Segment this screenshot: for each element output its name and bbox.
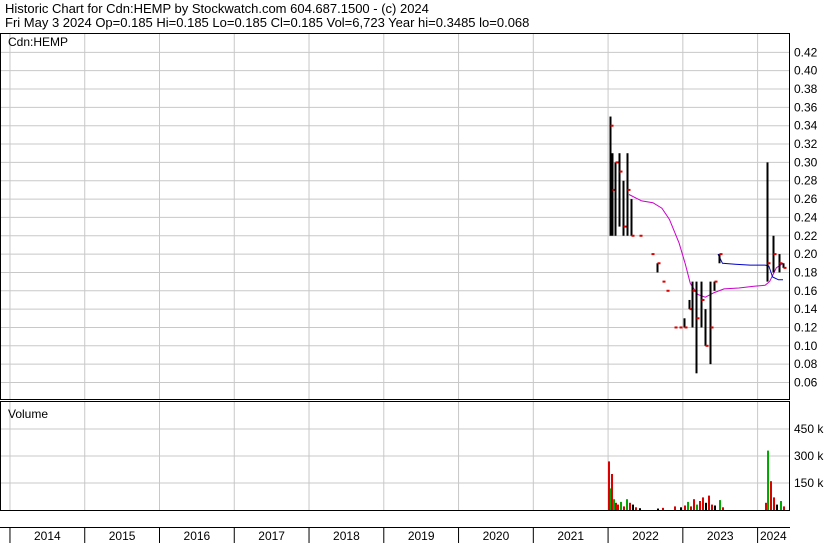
price-tick-label: 0.10	[794, 339, 818, 353]
price-axis-labels: 0.42 0.40 0.38 0.36 0.34 0.32 0.30 0.28 0.26 0.24…	[794, 45, 818, 389]
volume-bar	[626, 499, 628, 510]
year-label: 2018	[333, 529, 360, 543]
price-tick-label: 0.22	[794, 229, 818, 243]
volume-bar	[690, 506, 692, 510]
volume-bar	[705, 502, 707, 510]
price-tick-label: 0.20	[794, 247, 818, 261]
price-tick-label: 0.16	[794, 284, 818, 298]
volume-bar	[770, 481, 772, 510]
volume-bar	[696, 504, 698, 510]
volume-bar	[623, 506, 625, 510]
volume-bar	[608, 461, 610, 510]
volume-bar	[714, 505, 716, 510]
price-tick-label: 0.32	[794, 137, 818, 151]
price-tick-label: 0.26	[794, 192, 818, 206]
year-label: 2020	[483, 529, 510, 543]
volume-bar	[611, 474, 613, 510]
year-label: 2019	[408, 529, 435, 543]
price-tick-label: 0.42	[794, 45, 818, 59]
volume-bar	[776, 504, 778, 510]
price-tick-label: 0.08	[794, 357, 818, 371]
year-label: 2015	[109, 529, 136, 543]
stock-chart: 0.42 0.40 0.38 0.36 0.34 0.32 0.30 0.28 0.26 0.24…	[0, 33, 824, 543]
volume-bar	[617, 504, 619, 510]
volume-bar	[719, 500, 721, 510]
volume-tick-label: 150 k	[794, 476, 824, 490]
volume-bar	[687, 501, 689, 510]
volume-bar	[620, 501, 622, 510]
volume-bar	[680, 507, 682, 510]
price-tick-label: 0.18	[794, 265, 818, 279]
volume-bar	[632, 504, 634, 510]
volume-bar	[708, 495, 710, 510]
volume-bar	[684, 505, 686, 510]
volume-bar	[615, 502, 617, 510]
price-tick-label: 0.40	[794, 64, 818, 78]
volume-bar	[674, 506, 676, 510]
price-tick-label: 0.12	[794, 320, 818, 334]
volume-bar	[780, 501, 782, 510]
year-label: 2017	[258, 529, 285, 543]
year-label: 2014	[34, 529, 61, 543]
year-axis-labels: 2014 2015 2016 2017 2018 2019 2020 2021 2022 2023…	[34, 529, 787, 543]
volume-bar	[639, 508, 641, 510]
volume-bar	[699, 501, 701, 510]
volume-bar	[635, 507, 637, 510]
price-tick-label: 0.36	[794, 100, 818, 114]
volume-bar	[662, 507, 664, 510]
volume-tick-label: 300 k	[794, 449, 824, 463]
year-label: 2024	[760, 529, 787, 543]
volume-bar	[702, 497, 704, 510]
volume-bar	[722, 507, 724, 510]
volume-bar	[773, 497, 775, 510]
price-tick-label: 0.34	[794, 119, 818, 133]
volume-bar	[613, 499, 615, 510]
volume-axis-labels: 450 k 300 k 150 k	[794, 422, 824, 490]
price-panel-title: Cdn:HEMP	[8, 35, 68, 49]
volume-bar	[767, 450, 769, 510]
year-label: 2021	[557, 529, 584, 543]
price-tick-label: 0.38	[794, 82, 818, 96]
volume-tick-label: 450 k	[794, 422, 824, 436]
year-label: 2022	[632, 529, 659, 543]
chart-window: Historic Chart for Cdn:HEMP by Stockwatc…	[0, 0, 830, 543]
price-tick-label: 0.28	[794, 174, 818, 188]
volume-panel-title: Volume	[8, 407, 48, 421]
year-label: 2016	[184, 529, 211, 543]
price-tick-label: 0.24	[794, 210, 818, 224]
price-tick-label: 0.30	[794, 155, 818, 169]
volume-bar	[765, 502, 767, 510]
price-panel-frame	[0, 33, 790, 400]
volume-bar	[693, 499, 695, 510]
year-label: 2023	[707, 529, 734, 543]
price-tick-label: 0.06	[794, 375, 818, 389]
volume-bar	[657, 508, 659, 510]
price-tick-label: 0.14	[794, 302, 818, 316]
volume-bar	[711, 504, 713, 510]
volume-bar	[629, 502, 631, 510]
volume-bar	[783, 506, 785, 510]
